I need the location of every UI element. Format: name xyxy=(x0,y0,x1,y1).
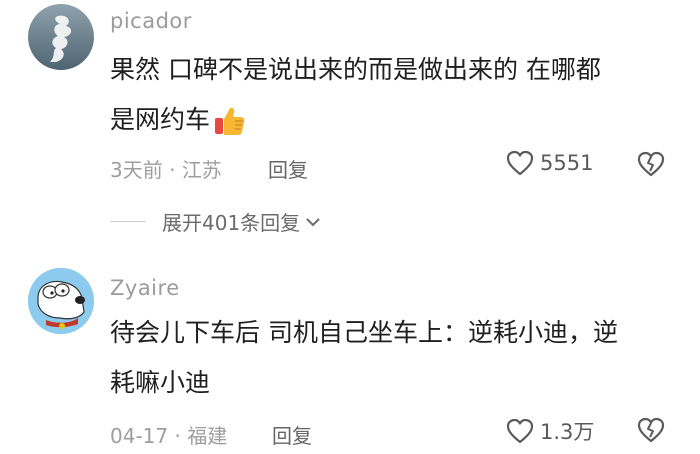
comment-text-line-end: 是网约车 xyxy=(110,105,211,134)
avatar[interactable] xyxy=(28,4,94,70)
divider xyxy=(110,221,146,222)
dislike-button[interactable] xyxy=(637,417,665,445)
avatar[interactable] xyxy=(28,268,94,334)
like-count: 1.3万 xyxy=(540,420,595,444)
comment-text-line: 是网约车 xyxy=(110,95,670,145)
like-button[interactable]: 5551 xyxy=(506,150,593,176)
broken-heart-icon xyxy=(637,417,665,443)
expand-replies-button[interactable]: 展开401条回复 xyxy=(110,207,322,236)
chevron-down-icon xyxy=(306,217,320,226)
dislike-button[interactable] xyxy=(637,151,665,179)
heart-outline-icon xyxy=(506,418,534,444)
comment-time: 3天前 xyxy=(110,158,163,182)
comment-text-line: 果然 口碑不是说出来的而是做出来的 在哪都 xyxy=(110,55,601,84)
thumbs-up-emoji-icon xyxy=(212,104,246,138)
meta-separator: · xyxy=(168,424,188,448)
comment-text-line: 耗嘛小迪 xyxy=(110,368,211,397)
like-button[interactable]: 1.3万 xyxy=(506,416,594,446)
comment-location: 江苏 xyxy=(181,158,222,182)
comment-location: 福建 xyxy=(187,424,228,448)
reply-button[interactable]: 回复 xyxy=(268,154,308,183)
reply-button[interactable]: 回复 xyxy=(272,420,312,449)
comment-username[interactable]: Zyaire xyxy=(110,276,180,300)
heart-outline-icon xyxy=(506,150,534,176)
expand-replies-label: 展开401条回复 xyxy=(162,211,301,235)
comment-meta: 3天前 · 江苏 xyxy=(110,154,222,183)
comment-time: 04-17 xyxy=(110,424,169,448)
comment-text: 果然 口碑不是说出来的而是做出来的 在哪都 是网约车 xyxy=(110,45,670,145)
comment-text-line: 待会儿下车后 司机自己坐车上：逆耗小迪，逆 xyxy=(110,318,618,347)
comment-meta: 04-17 · 福建 xyxy=(110,420,227,449)
meta-separator: · xyxy=(162,158,182,182)
comment-text: 待会儿下车后 司机自己坐车上：逆耗小迪，逆 耗嘛小迪 xyxy=(110,308,670,408)
like-count: 5551 xyxy=(540,151,594,175)
broken-heart-icon xyxy=(637,151,665,177)
comment-username[interactable]: picador xyxy=(110,9,192,33)
